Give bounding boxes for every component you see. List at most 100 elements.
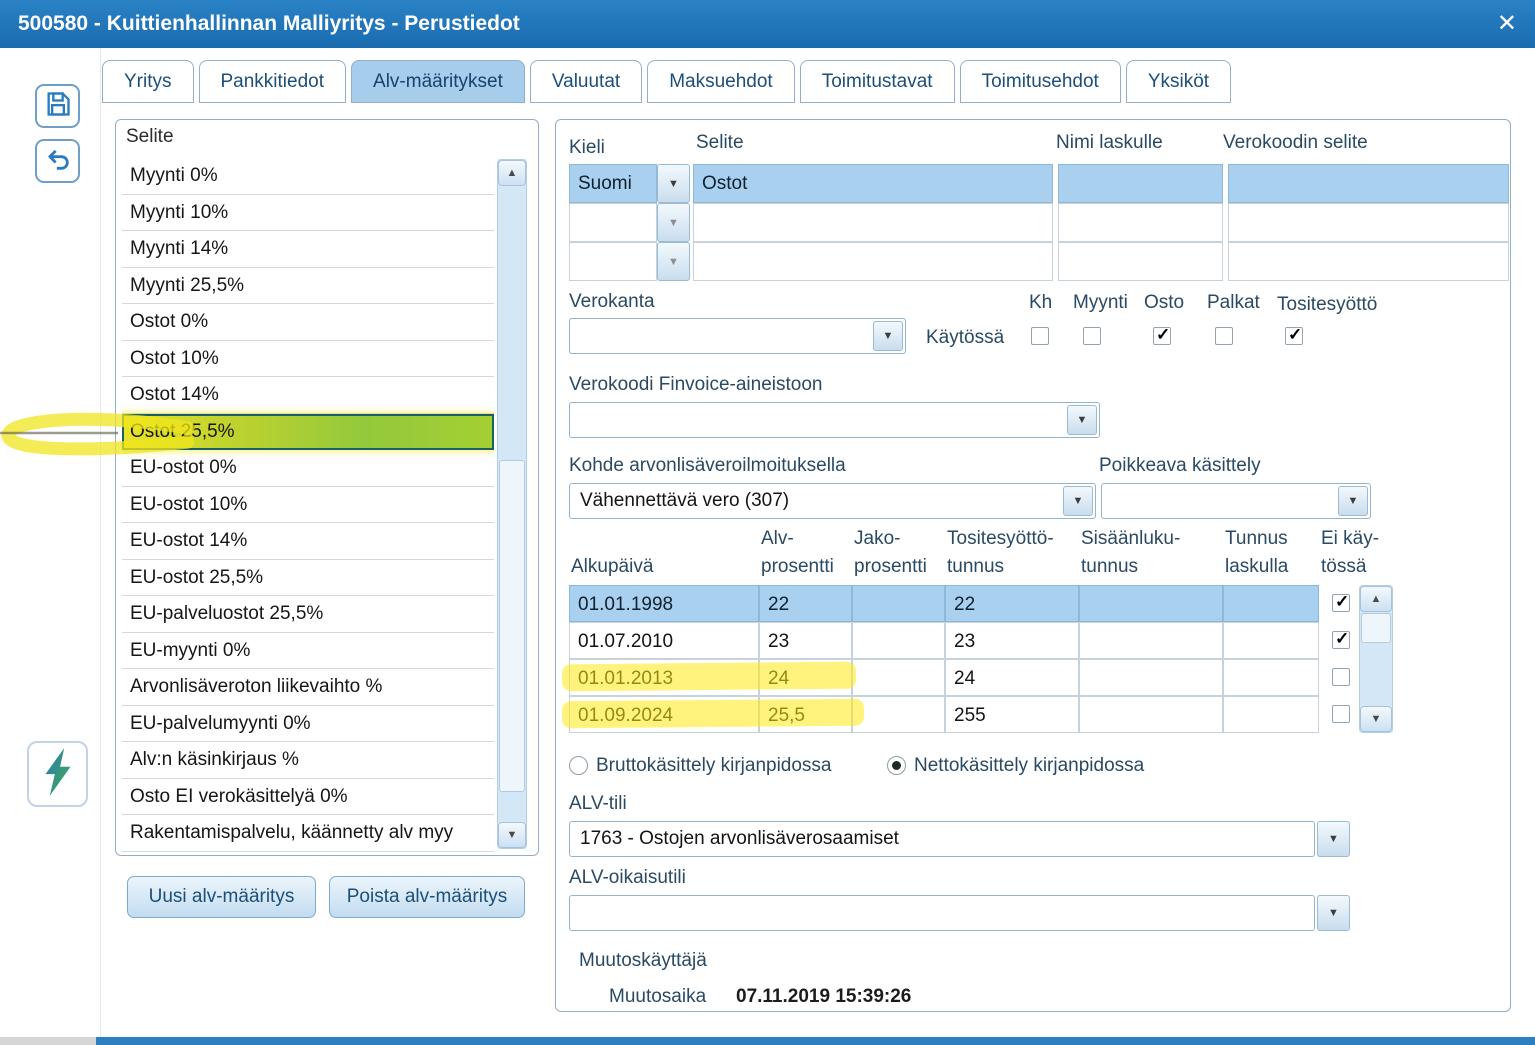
list-item[interactable]: EU-palvelumyynti 0%: [122, 706, 494, 742]
chevron-down-icon[interactable]: [873, 321, 903, 351]
verokanta-select[interactable]: [569, 318, 906, 354]
kieli-cell[interactable]: [569, 242, 657, 281]
scroll-up-icon[interactable]: [498, 160, 526, 186]
list-item[interactable]: EU-ostot 0%: [122, 450, 494, 487]
alkupaiva-cell[interactable]: 01.09.2024: [569, 696, 759, 733]
kieli-cell[interactable]: Suomi: [569, 164, 657, 203]
selite-cell[interactable]: [693, 242, 1053, 281]
tositesyotto-checkbox[interactable]: [1285, 325, 1303, 345]
jako-prosentti-cell[interactable]: [852, 696, 945, 733]
list-scrollbar[interactable]: [497, 159, 527, 849]
list-item[interactable]: Osto EI verokäsittelyä 0%: [122, 779, 494, 815]
chevron-down-icon[interactable]: [1338, 486, 1368, 516]
selite-cell[interactable]: [693, 203, 1053, 242]
verokoodin-selite-cell[interactable]: [1228, 203, 1509, 242]
tab-yksikot[interactable]: Yksiköt: [1125, 60, 1232, 103]
tab-yritys[interactable]: Yritys: [102, 60, 194, 103]
myynti-checkbox[interactable]: [1083, 327, 1101, 345]
new-vat-button[interactable]: Uusi alv-määritys: [127, 876, 316, 918]
list-item[interactable]: EU-palveluostot 25,5%: [122, 596, 494, 633]
ei-kaytossa-checkbox[interactable]: [1332, 629, 1350, 649]
kieli-dropdown-icon[interactable]: [657, 242, 690, 281]
scroll-down-icon[interactable]: [1360, 706, 1392, 732]
sisaanluku-tunnus-cell[interactable]: [1079, 622, 1223, 659]
list-item[interactable]: Myynti 14%: [122, 231, 494, 268]
list-item[interactable]: Ostot 14%: [122, 377, 494, 414]
tab-alv-maaritykset[interactable]: Alv-määritykset: [351, 60, 525, 103]
finvoice-select[interactable]: [569, 402, 1100, 438]
list-item[interactable]: Ostot 10%: [122, 341, 494, 377]
alv-tili-dropdown-icon[interactable]: [1317, 821, 1350, 857]
kohde-select[interactable]: Vähennettävä vero (307): [569, 483, 1096, 519]
nimi-laskulle-cell[interactable]: [1058, 164, 1223, 203]
list-item[interactable]: Myynti 25,5%: [122, 268, 494, 304]
list-item[interactable]: EU-ostot 25,5%: [122, 560, 494, 596]
netto-radio[interactable]: [887, 756, 906, 775]
kh-checkbox[interactable]: [1031, 327, 1049, 345]
list-item[interactable]: Arvonlisäveroton liikevaihto %: [122, 669, 494, 706]
close-icon[interactable]: ✕: [1497, 12, 1517, 36]
tositesyotto-tunnus-cell[interactable]: 23: [945, 622, 1079, 659]
rate-table-scrollbar[interactable]: [1359, 585, 1393, 733]
alkupaiva-cell[interactable]: 01.01.2013: [569, 659, 759, 696]
delete-vat-button[interactable]: Poista alv-määritys: [329, 876, 525, 918]
tositesyotto-tunnus-cell[interactable]: 24: [945, 659, 1079, 696]
list-item[interactable]: Myynti 0%: [122, 158, 494, 195]
alv-prosentti-cell[interactable]: 25,5: [759, 696, 852, 733]
nimi-laskulle-cell[interactable]: [1058, 203, 1223, 242]
tunnus-laskulla-cell[interactable]: [1223, 696, 1319, 733]
alv-prosentti-cell[interactable]: 22: [759, 585, 852, 622]
list-item[interactable]: EU-myynti 0%: [122, 633, 494, 669]
sisaanluku-tunnus-cell[interactable]: [1079, 659, 1223, 696]
list-item[interactable]: Myynti 10%: [122, 195, 494, 231]
jako-prosentti-cell[interactable]: [852, 585, 945, 622]
verokoodin-selite-cell[interactable]: [1228, 164, 1509, 203]
poikkeava-select[interactable]: [1101, 483, 1371, 519]
alv-oikaisutili-select[interactable]: [569, 895, 1315, 931]
verokoodin-selite-cell[interactable]: [1228, 242, 1509, 281]
alv-tili-select[interactable]: 1763 - Ostojen arvonlisäverosaamiset: [569, 821, 1315, 857]
sisaanluku-tunnus-cell[interactable]: [1079, 696, 1223, 733]
chevron-down-icon[interactable]: [1067, 405, 1097, 435]
kieli-dropdown-icon[interactable]: [657, 203, 690, 242]
alv-prosentti-cell[interactable]: 23: [759, 622, 852, 659]
list-item[interactable]: EU-ostot 10%: [122, 487, 494, 523]
tunnus-laskulla-cell[interactable]: [1223, 659, 1319, 696]
jako-prosentti-cell[interactable]: [852, 622, 945, 659]
alkupaiva-cell[interactable]: 01.01.1998: [569, 585, 759, 622]
undo-button[interactable]: [35, 139, 80, 183]
list-item-selected[interactable]: Ostot 25,5%: [122, 413, 494, 450]
tab-toimitusehdot[interactable]: Toimitusehdot: [959, 60, 1121, 103]
scroll-thumb[interactable]: [1361, 613, 1391, 643]
tab-maksuehdot[interactable]: Maksuehdot: [647, 60, 795, 103]
tab-toimitustavat[interactable]: Toimitustavat: [799, 60, 955, 103]
save-button[interactable]: [35, 84, 80, 128]
tab-pankkitiedot[interactable]: Pankkitiedot: [198, 60, 347, 103]
list-item[interactable]: Rakentamispalvelu, käännetty alv myy: [122, 815, 494, 852]
sisaanluku-tunnus-cell[interactable]: [1079, 585, 1223, 622]
tunnus-laskulla-cell[interactable]: [1223, 585, 1319, 622]
alv-oikaisutili-dropdown-icon[interactable]: [1317, 895, 1350, 931]
brutto-radio[interactable]: [569, 756, 588, 775]
tab-valuutat[interactable]: Valuutat: [529, 60, 643, 103]
palkat-checkbox[interactable]: [1215, 327, 1233, 345]
scroll-thumb[interactable]: [499, 460, 525, 792]
ei-kaytossa-checkbox[interactable]: [1332, 592, 1350, 612]
alv-prosentti-cell[interactable]: 24: [759, 659, 852, 696]
scroll-up-icon[interactable]: [1360, 586, 1392, 612]
chevron-down-icon[interactable]: [1063, 486, 1093, 516]
list-item[interactable]: Alv:n käsinkirjaus %: [122, 742, 494, 779]
kieli-cell[interactable]: [569, 203, 657, 242]
selite-cell[interactable]: Ostot: [693, 164, 1053, 203]
osto-checkbox[interactable]: [1153, 325, 1171, 345]
list-item[interactable]: EU-ostot 14%: [122, 523, 494, 560]
tositesyotto-tunnus-cell[interactable]: 255: [945, 696, 1079, 733]
ei-kaytossa-checkbox[interactable]: [1332, 668, 1350, 686]
tunnus-laskulla-cell[interactable]: [1223, 622, 1319, 659]
list-item[interactable]: Ostot 0%: [122, 304, 494, 341]
nimi-laskulle-cell[interactable]: [1058, 242, 1223, 281]
tositesyotto-tunnus-cell[interactable]: 22: [945, 585, 1079, 622]
jako-prosentti-cell[interactable]: [852, 659, 945, 696]
scroll-down-icon[interactable]: [498, 822, 526, 848]
kieli-dropdown-icon[interactable]: [657, 164, 690, 203]
